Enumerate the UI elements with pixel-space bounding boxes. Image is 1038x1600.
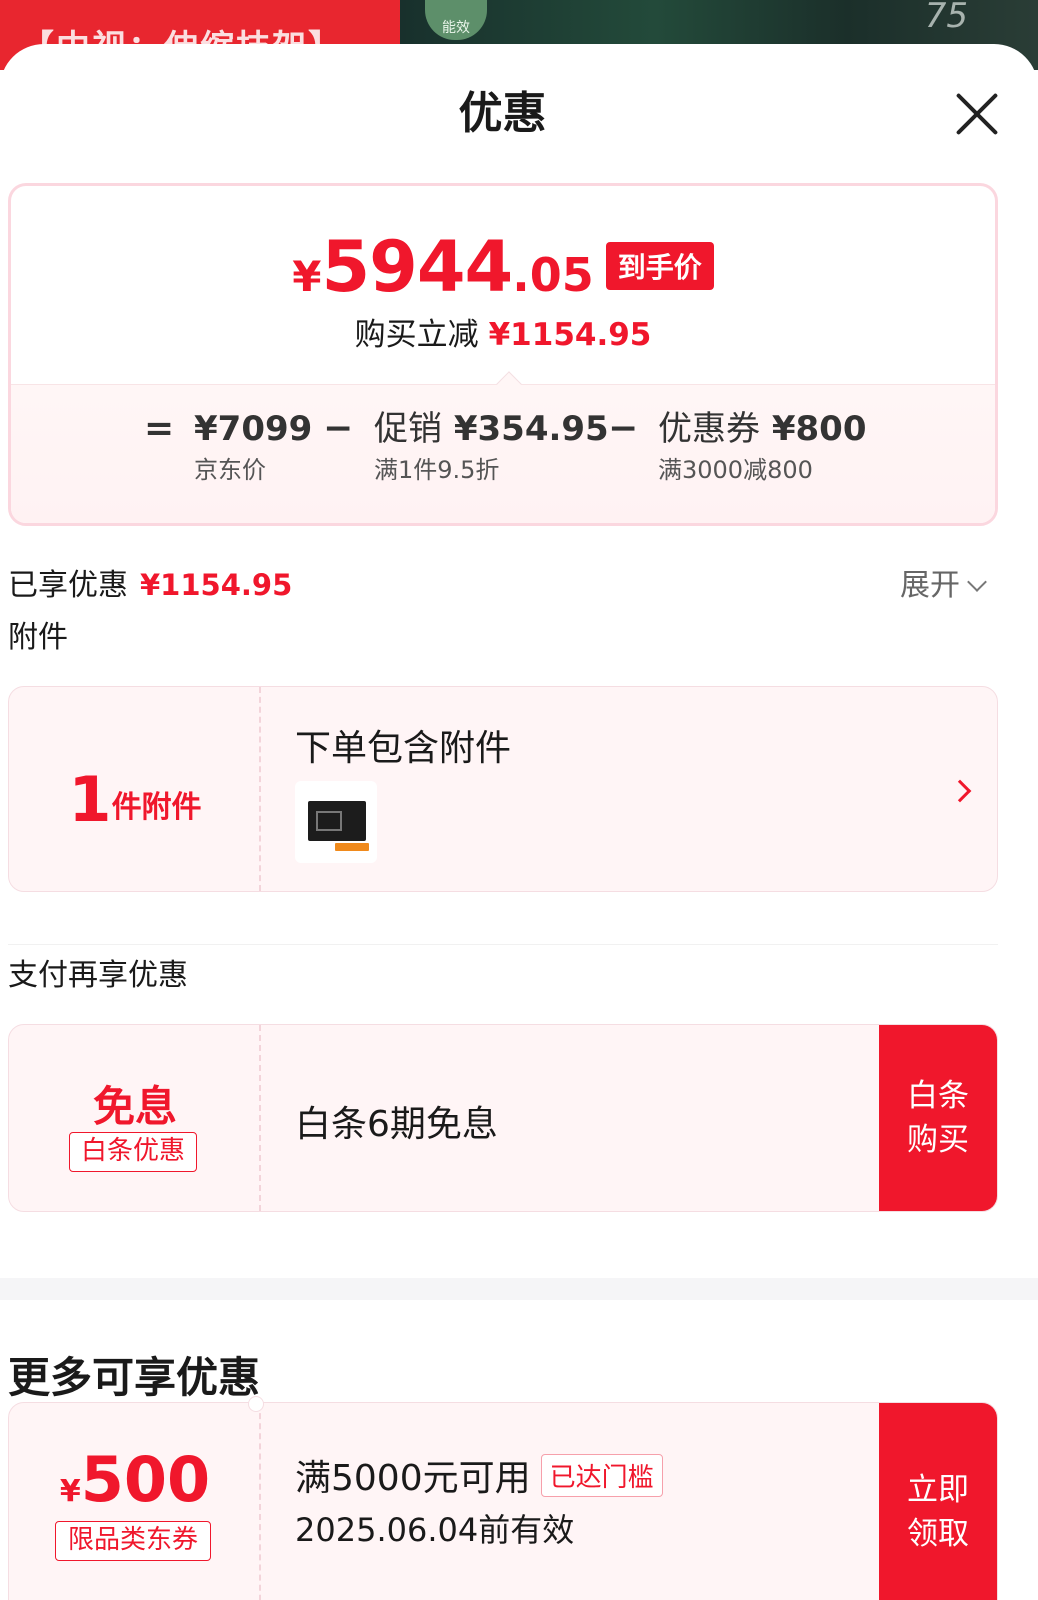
expand-label: 展开 — [900, 568, 960, 603]
enjoyed-amount: ¥1154.95 — [140, 568, 293, 602]
coupon-sub: 满3000减800 — [658, 456, 813, 484]
coupon-type-tag: 限品类东券 — [55, 1521, 211, 1561]
claim-coupon-label: 立即 领取 — [907, 1472, 969, 1552]
payment-section-title: 支付再享优惠 — [8, 958, 188, 993]
coupon-notch — [248, 1396, 264, 1412]
close-icon[interactable] — [947, 88, 999, 140]
price-integer: 5944 — [321, 226, 513, 308]
attachment-count: 1件附件 — [9, 763, 261, 836]
baitiao-buy-label: 白条 购买 — [907, 1078, 969, 1158]
chevron-right-icon[interactable] — [948, 779, 972, 803]
attachment-count-unit: 件附件 — [111, 790, 202, 825]
product-box-image — [308, 801, 366, 841]
coupon-condition: 满5000元可用 已达门槛 — [295, 1449, 663, 1501]
coupon-validity: 2025.06.04前有效 — [295, 1511, 575, 1549]
expand-button[interactable]: 展开 — [900, 560, 987, 604]
breakdown-base: ¥7099 京东价 — [194, 408, 312, 490]
promo-value: ¥354.95 — [453, 409, 609, 449]
equals-sign: = — [144, 408, 175, 449]
attachment-card[interactable]: 1件附件 下单包含附件 — [8, 686, 998, 892]
attachments-section-title: 附件 — [8, 620, 68, 655]
chevron-down-icon — [967, 572, 987, 592]
interest-free-label: 免息 — [92, 1082, 177, 1131]
coupon-line: 优惠券 ¥800 — [658, 408, 866, 450]
promo-label: 促销 — [374, 409, 442, 449]
banner-number: 75 — [924, 0, 968, 36]
interest-free-desc: 白条6期免息 — [295, 1104, 498, 1145]
section-divider — [8, 944, 998, 945]
product-label-stripe — [335, 843, 369, 851]
price-summary-card: ¥5944.05 到手价 购买立减 ¥1154.95 = ¥7099 京东价 − 促… — [8, 183, 998, 526]
coupon-card: ¥500 限品类东券 满5000元可用 已达门槛 2025.06.04前有效 立即… — [8, 1402, 998, 1600]
baitiao-buy-button[interactable]: 白条 购买 — [879, 1025, 997, 1211]
coupon-currency: ¥ — [59, 1474, 81, 1509]
coupon-amount-number: 500 — [80, 1443, 211, 1516]
enjoyed-discount: 已享优惠 ¥1154.95 — [8, 560, 292, 604]
claim-coupon-button[interactable]: 立即 领取 — [879, 1403, 997, 1600]
enjoyed-label: 已享优惠 — [8, 568, 128, 603]
breakdown-coupon: 优惠券 ¥800 满3000减800 — [658, 408, 866, 490]
reduce-amount: ¥1154.95 — [488, 317, 652, 353]
reduce-line: 购买立减 ¥1154.95 — [11, 309, 995, 354]
price-decimal: .05 — [512, 248, 594, 302]
coupon-condition-text: 满5000元可用 — [295, 1458, 531, 1499]
promo-line: 促销 ¥354.95 — [374, 408, 609, 450]
attachment-count-number: 1 — [68, 763, 112, 836]
price-breakdown: = ¥7099 京东价 − 促销 ¥354.95 满1件9.5折 − 优惠券 ¥… — [11, 408, 995, 508]
attachment-title: 下单包含附件 — [295, 728, 512, 769]
final-price-tag: 到手价 — [605, 242, 714, 290]
coupon-amount: ¥500 — [9, 1443, 261, 1516]
promo-sub: 满1件9.5折 — [374, 456, 500, 484]
minus-sign: − — [323, 408, 354, 449]
coupon-value: ¥800 — [771, 409, 867, 449]
price-currency: ¥ — [292, 252, 322, 301]
payment-offer-card: 免息 白条优惠 白条6期免息 白条 购买 — [8, 1024, 998, 1212]
base-label: 京东价 — [194, 456, 266, 484]
more-offers-title: 更多可享优惠 — [8, 1353, 261, 1402]
baitiao-tag: 白条优惠 — [69, 1132, 197, 1172]
sheet-title: 优惠 — [458, 88, 547, 139]
breakdown-promo: 促销 ¥354.95 满1件9.5折 — [374, 408, 609, 490]
coupon-label: 优惠券 — [658, 409, 760, 449]
section-gap — [0, 1278, 1038, 1300]
final-price: ¥5944.05 到手价 — [11, 226, 995, 308]
base-value: ¥7099 — [194, 409, 313, 449]
threshold-reached-badge: 已达门槛 — [540, 1454, 663, 1497]
reduce-label: 购买立减 — [354, 317, 479, 353]
minus-sign: − — [608, 408, 639, 449]
attachment-thumbnail[interactable] — [295, 781, 377, 863]
